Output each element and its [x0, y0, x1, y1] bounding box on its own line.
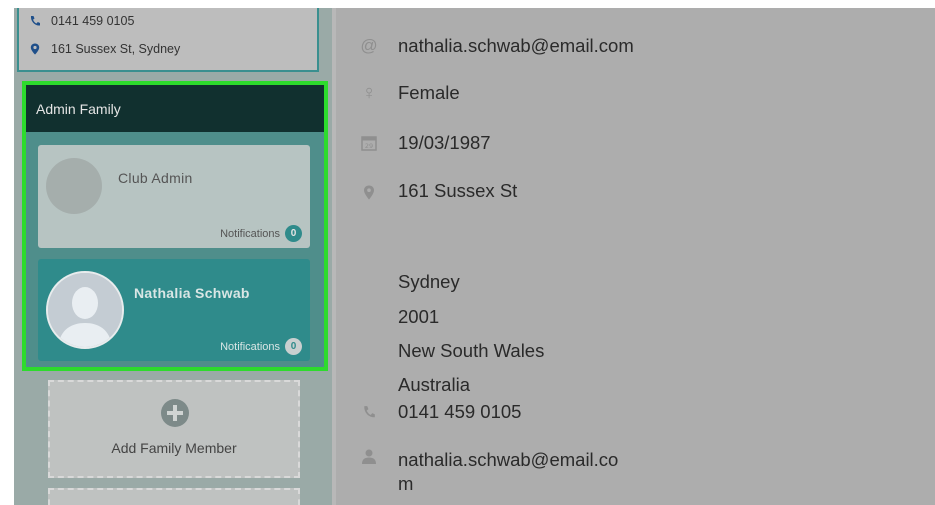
plus-circle-icon: [161, 399, 189, 427]
detail-dob: 19/03/1987: [398, 132, 491, 153]
detail-gender: Female: [398, 82, 460, 103]
notifications-count-badge: 0: [285, 225, 302, 242]
notifications-indicator[interactable]: Notifications 0: [220, 338, 302, 355]
avatar: [46, 271, 124, 349]
member-name: Nathalia Schwab: [134, 285, 250, 301]
detail-email: nathalia.schwab@email.com: [398, 35, 634, 56]
phone-icon: [30, 16, 40, 26]
contact-phone-row: 0141 459 0105: [29, 14, 134, 28]
notifications-count-badge: 0: [285, 338, 302, 355]
screen: 0141 459 0105 161 Sussex St, Sydney Admi…: [0, 0, 935, 505]
female-symbol-icon: ♀: [361, 81, 377, 104]
detail-username-line2: m: [398, 473, 414, 494]
user-silhouette-icon: [48, 273, 122, 347]
member-card-club-admin[interactable]: Club Admin Notifications 0: [38, 145, 310, 248]
notifications-label: Notifications: [220, 227, 280, 240]
calendar-icon: 29: [360, 134, 378, 152]
contact-address-row: 161 Sussex St, Sydney: [29, 42, 180, 56]
member-name: Club Admin: [118, 170, 193, 186]
add-card-secondary[interactable]: [48, 488, 300, 505]
calendar-day-text: 29: [365, 142, 373, 150]
notifications-label: Notifications: [220, 340, 280, 353]
user-icon: [360, 447, 378, 465]
add-family-member-button[interactable]: Add Family Member: [48, 380, 300, 478]
detail-state: New South Wales: [398, 340, 545, 361]
add-family-member-label: Add Family Member: [111, 440, 237, 456]
at-sign-icon: @: [360, 36, 378, 55]
member-card-nathalia-schwab[interactable]: Nathalia Schwab Notifications 0: [38, 259, 310, 361]
location-pin-icon: [30, 43, 40, 55]
location-pin-icon: [360, 183, 378, 201]
avatar: [46, 158, 102, 214]
notifications-indicator[interactable]: Notifications 0: [220, 225, 302, 242]
profile-details: @ nathalia.schwab@email.com ♀ Female 29 …: [336, 8, 935, 505]
detail-country: Australia: [398, 374, 470, 395]
detail-phone: 0141 459 0105: [398, 401, 522, 422]
left-column: 0141 459 0105 161 Sussex St, Sydney Admi…: [14, 8, 335, 505]
contact-card: 0141 459 0105 161 Sussex St, Sydney: [17, 8, 319, 72]
contact-address: 161 Sussex St, Sydney: [51, 42, 181, 56]
detail-postcode: 2001: [398, 306, 440, 327]
detail-city: Sydney: [398, 271, 460, 292]
detail-username-line1: nathalia.schwab@email.co: [398, 449, 619, 470]
phone-icon: [360, 403, 378, 421]
detail-street: 161 Sussex St: [398, 180, 518, 201]
admin-family-panel: Admin Family Club Admin Notifications 0: [22, 81, 328, 371]
profile-frame: 0141 459 0105 161 Sussex St, Sydney Admi…: [14, 8, 935, 505]
contact-phone: 0141 459 0105: [51, 14, 135, 28]
family-title: Admin Family: [26, 85, 324, 132]
